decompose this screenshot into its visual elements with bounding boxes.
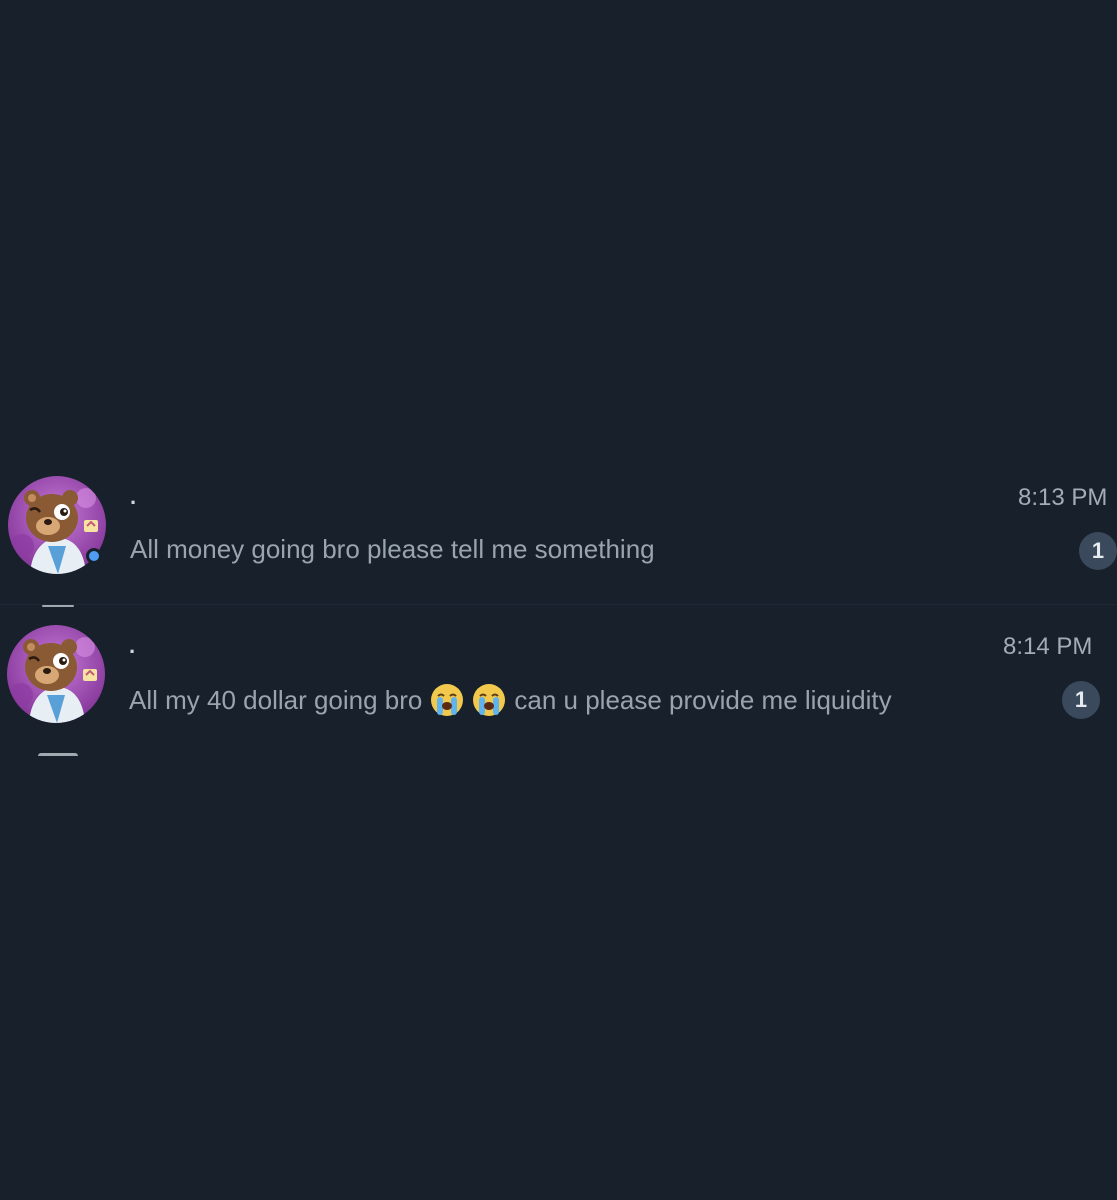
loudly-crying-face-icon <box>473 684 506 716</box>
chat-last-message: All my 40 dollar going bro can u please … <box>129 683 892 717</box>
loudly-crying-face-icon <box>431 684 464 716</box>
bear-icon <box>7 625 105 723</box>
chat-last-message-text: All my 40 dollar going bro <box>129 684 423 715</box>
chat-list: . All money going bro please tell me som… <box>0 0 1117 1200</box>
chat-sender-name: . <box>130 484 137 509</box>
chat-list-item[interactable]: . All money going bro please tell me som… <box>0 456 1117 604</box>
chat-last-message: All money going bro please tell me somet… <box>130 534 655 565</box>
chat-timestamp: 8:14 PM <box>1003 633 1093 660</box>
chat-list-item[interactable]: . All my 40 dollar going bro can u pleas… <box>0 605 1117 753</box>
unread-count-badge: 1 <box>1079 532 1117 570</box>
chat-timestamp: 8:13 PM <box>1018 484 1108 511</box>
chat-last-message-text: All money going bro please tell me somet… <box>130 534 655 564</box>
chat-last-message-text: can u please provide me liquidity <box>514 684 892 715</box>
online-status-dot <box>86 548 102 564</box>
avatar <box>7 625 105 723</box>
next-avatar-edge <box>38 753 78 756</box>
chat-sender-name: . <box>129 633 136 658</box>
unread-count-badge: 1 <box>1062 681 1100 719</box>
